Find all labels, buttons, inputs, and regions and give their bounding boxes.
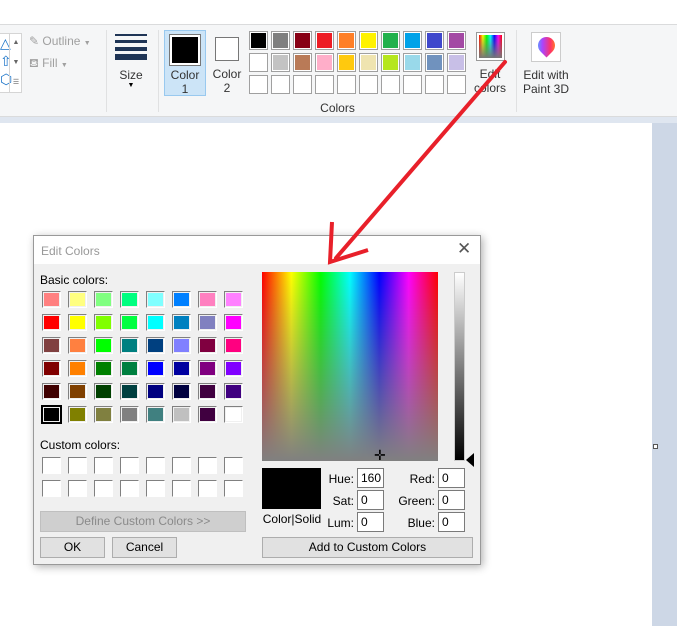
annotation-arrow [327, 60, 507, 265]
arrow-shaft [334, 60, 507, 260]
